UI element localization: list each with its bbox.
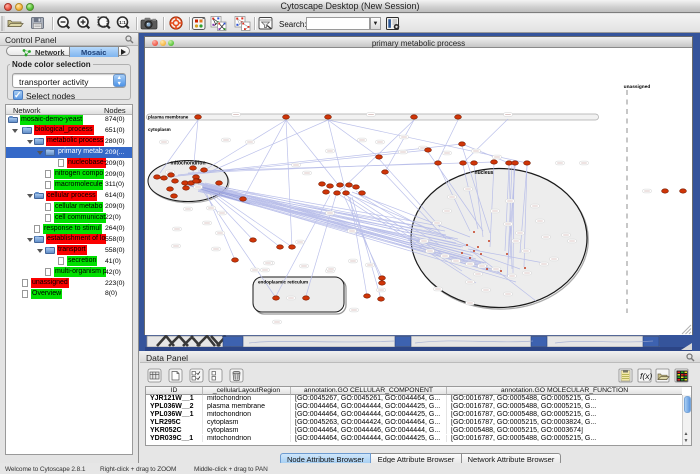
svg-text:plasma membrane: plasma membrane [148,115,189,120]
svg-text:f(x): f(x) [640,371,652,381]
svg-text:1:1: 1:1 [119,20,126,25]
svg-text:nucleus: nucleus [475,170,494,176]
svg-text:mitochondrion: mitochondrion [171,161,206,167]
svg-text:endoplasmic reticulum: endoplasmic reticulum [258,280,308,285]
svg-text:unassigned: unassigned [624,84,651,90]
svg-text:cytoplasm: cytoplasm [148,127,171,132]
